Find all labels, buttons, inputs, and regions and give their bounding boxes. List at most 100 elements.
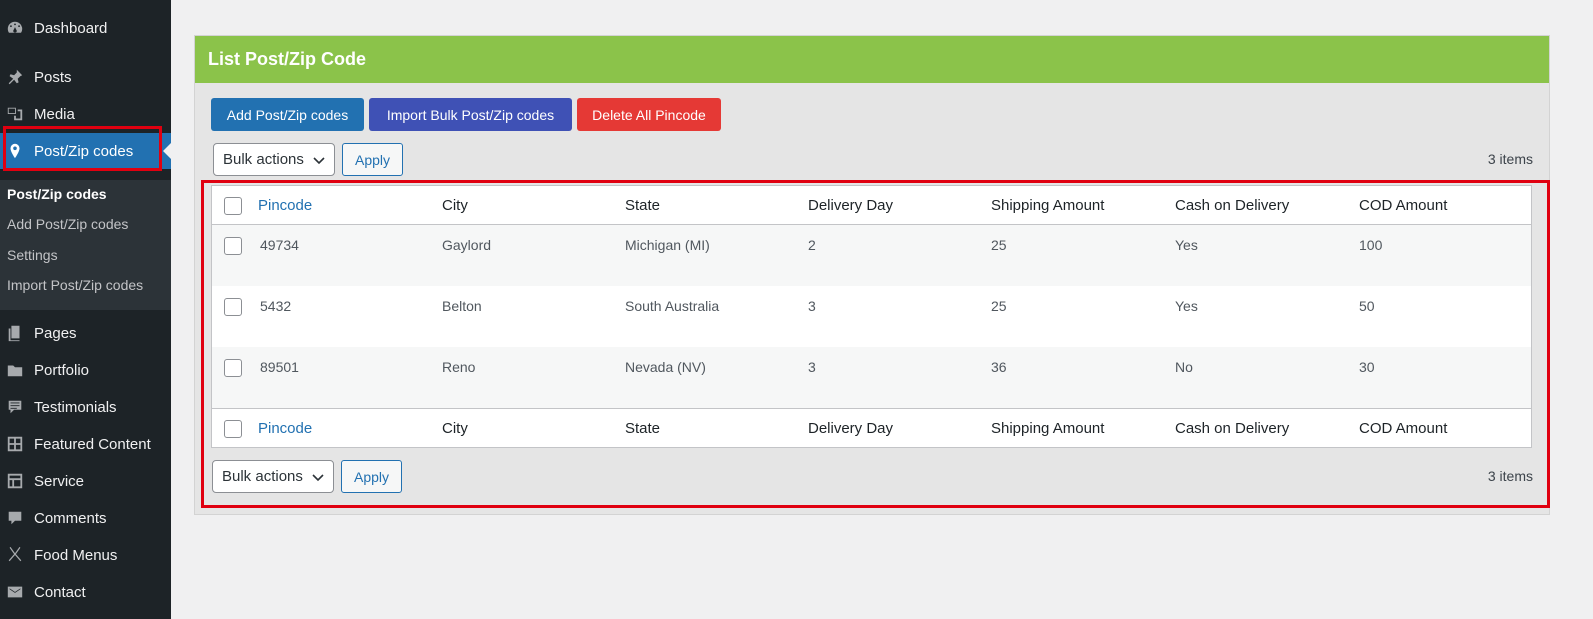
column-footer-shipping-amount: Shipping Amount bbox=[991, 420, 1105, 437]
food-icon bbox=[5, 545, 25, 565]
cell-state: Michigan (MI) bbox=[625, 237, 710, 253]
sidebar-item-portfolio[interactable]: Portfolio bbox=[0, 352, 171, 388]
location-icon bbox=[5, 141, 25, 161]
column-header-cod-amount: COD Amount bbox=[1359, 197, 1448, 214]
cell-shipping-amount: 25 bbox=[991, 298, 1007, 314]
sidebar-item-pages[interactable]: Pages bbox=[0, 315, 171, 351]
sidebar-item-service[interactable]: Service bbox=[0, 463, 171, 499]
submenu: Post/Zip codes Add Post/Zip codes Settin… bbox=[0, 180, 171, 310]
bulk-actions-select-top[interactable]: Bulk actions bbox=[213, 143, 335, 176]
cell-cod-amount: 30 bbox=[1359, 359, 1375, 375]
sidebar-item-label: Pages bbox=[34, 324, 77, 342]
column-header-pincode[interactable]: Pincode bbox=[258, 197, 312, 214]
cell-city: Reno bbox=[442, 359, 476, 375]
bulk-actions-select-bottom[interactable]: Bulk actions bbox=[212, 460, 334, 493]
cell-pincode: 49734 bbox=[260, 237, 299, 253]
row-checkbox[interactable] bbox=[224, 237, 242, 255]
column-footer-state: State bbox=[625, 420, 661, 437]
cell-city: Belton bbox=[442, 298, 482, 314]
chevron-down-icon bbox=[313, 157, 325, 165]
sidebar-item-comments[interactable]: Comments bbox=[0, 500, 171, 536]
column-header-shipping-amount: Shipping Amount bbox=[991, 197, 1105, 214]
sidebar-item-label: Portfolio bbox=[34, 361, 90, 379]
column-footer-cod-amount: COD Amount bbox=[1359, 420, 1448, 437]
admin-sidebar: Dashboard Posts Media Post/Zip codes Pos… bbox=[0, 0, 171, 619]
delete-all-button[interactable]: Delete All Pincode bbox=[577, 98, 721, 131]
cell-pincode: 5432 bbox=[260, 298, 292, 314]
sidebar-item-label: Post/Zip codes bbox=[34, 142, 134, 160]
pin-icon bbox=[5, 67, 25, 87]
sidebar-item-label: Food Menus bbox=[34, 546, 118, 564]
select-all-checkbox[interactable] bbox=[224, 197, 242, 215]
bulk-actions-label: Bulk actions bbox=[222, 468, 303, 485]
cell-delivery-day: 3 bbox=[808, 359, 816, 375]
bulk-actions-label: Bulk actions bbox=[223, 151, 304, 168]
cell-state: South Australia bbox=[625, 298, 720, 314]
sidebar-item-food-menus[interactable]: Food Menus bbox=[0, 537, 171, 573]
apply-button-top[interactable]: Apply bbox=[342, 143, 403, 176]
mail-icon bbox=[5, 582, 25, 602]
folder-icon bbox=[5, 360, 25, 380]
column-footer-delivery-day: Delivery Day bbox=[808, 420, 894, 437]
select-all-checkbox-footer[interactable] bbox=[224, 420, 242, 438]
chevron-down-icon bbox=[312, 474, 324, 482]
sidebar-item-posts[interactable]: Posts bbox=[0, 59, 171, 95]
column-footer-cash-on-delivery: Cash on Delivery bbox=[1175, 420, 1290, 437]
cell-shipping-amount: 25 bbox=[991, 237, 1007, 253]
column-header-state: State bbox=[625, 197, 661, 214]
sidebar-item-label: Contact bbox=[34, 583, 86, 601]
add-postzip-button[interactable]: Add Post/Zip codes bbox=[211, 98, 364, 131]
sidebar-item-label: Media bbox=[34, 105, 75, 123]
cell-cash-on-delivery: Yes bbox=[1175, 237, 1198, 253]
table-row: 5432 Belton South Australia 3 25 Yes 50 bbox=[212, 286, 1531, 347]
pages-icon bbox=[5, 323, 25, 343]
sidebar-item-label: Dashboard bbox=[34, 19, 108, 37]
sidebar-item-label: Testimonials bbox=[34, 398, 117, 416]
submenu-item-settings[interactable]: Settings bbox=[7, 247, 58, 263]
cell-shipping-amount: 36 bbox=[991, 359, 1007, 375]
sidebar-item-label: Comments bbox=[34, 509, 107, 527]
sidebar-item-featured[interactable]: Featured Content bbox=[0, 426, 171, 462]
cell-cod-amount: 50 bbox=[1359, 298, 1375, 314]
cell-state: Nevada (NV) bbox=[625, 359, 706, 375]
import-bulk-button[interactable]: Import Bulk Post/Zip codes bbox=[369, 98, 572, 131]
sidebar-item-postzip[interactable]: Post/Zip codes bbox=[0, 133, 171, 169]
sidebar-item-label: Service bbox=[34, 472, 85, 490]
column-header-cash-on-delivery: Cash on Delivery bbox=[1175, 197, 1290, 214]
comment-icon bbox=[5, 508, 25, 528]
media-icon bbox=[5, 104, 25, 124]
cell-delivery-day: 3 bbox=[808, 298, 816, 314]
column-footer-pincode[interactable]: Pincode bbox=[258, 420, 312, 437]
table-footer-row: Pincode City State Delivery Day Shipping… bbox=[212, 408, 1531, 447]
sidebar-item-label: Posts bbox=[34, 68, 72, 86]
items-count-top: 3 items bbox=[1487, 151, 1533, 167]
submenu-item-add[interactable]: Add Post/Zip codes bbox=[7, 216, 128, 232]
cell-city: Gaylord bbox=[442, 237, 492, 253]
active-indicator bbox=[163, 143, 171, 159]
sidebar-item-label: Featured Content bbox=[34, 435, 151, 453]
items-count-bottom: 3 items bbox=[1487, 468, 1533, 484]
column-footer-city: City bbox=[442, 420, 468, 437]
dashboard-icon bbox=[5, 18, 25, 38]
row-checkbox[interactable] bbox=[224, 359, 242, 377]
table-header-row: Pincode City State Delivery Day Shipping… bbox=[212, 186, 1531, 225]
sidebar-item-testimonials[interactable]: Testimonials bbox=[0, 389, 171, 425]
cell-delivery-day: 2 bbox=[808, 237, 816, 253]
table-row: 49734 Gaylord Michigan (MI) 2 25 Yes 100 bbox=[212, 225, 1531, 286]
cell-cod-amount: 100 bbox=[1359, 237, 1383, 253]
cell-cash-on-delivery: No bbox=[1175, 359, 1193, 375]
sidebar-item-media[interactable]: Media bbox=[0, 96, 171, 132]
cell-cash-on-delivery: Yes bbox=[1175, 298, 1198, 314]
sidebar-item-dashboard[interactable]: Dashboard bbox=[0, 10, 171, 46]
layout-icon bbox=[5, 471, 25, 491]
grid-icon bbox=[5, 434, 25, 454]
cell-pincode: 89501 bbox=[260, 359, 299, 375]
panel-title: List Post/Zip Code bbox=[195, 36, 1549, 83]
testimonial-icon bbox=[5, 397, 25, 417]
column-header-delivery-day: Delivery Day bbox=[808, 197, 894, 214]
submenu-item-import[interactable]: Import Post/Zip codes bbox=[7, 277, 143, 293]
apply-button-bottom[interactable]: Apply bbox=[341, 460, 402, 493]
sidebar-item-contact[interactable]: Contact bbox=[0, 574, 171, 610]
row-checkbox[interactable] bbox=[224, 298, 242, 316]
submenu-item-postzip[interactable]: Post/Zip codes bbox=[7, 186, 107, 202]
